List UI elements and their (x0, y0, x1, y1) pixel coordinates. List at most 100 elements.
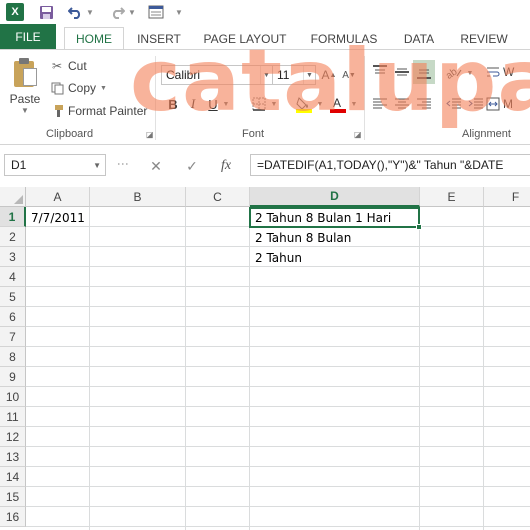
cancel-icon[interactable]: ✕ (146, 157, 166, 175)
orientation-dropdown-icon[interactable]: ▼ (466, 66, 474, 80)
row-header-11[interactable]: 11 (0, 407, 26, 427)
customize-qat-icon[interactable]: ▼ (174, 2, 184, 22)
italic-icon[interactable]: I (186, 95, 200, 113)
excel-logo-icon: X (6, 3, 24, 21)
font-group-label: Font (242, 128, 265, 140)
column-header-c[interactable]: C (186, 187, 250, 207)
ribbon-tabs: FILE HOME INSERT PAGE LAYOUT FORMULAS DA… (0, 24, 530, 50)
middle-align-icon[interactable] (392, 62, 412, 82)
row-gridline (26, 526, 530, 527)
row-header-8[interactable]: 8 (0, 347, 26, 367)
underline-dropdown-icon[interactable]: ▼ (222, 97, 230, 111)
increase-indent-icon[interactable] (466, 94, 486, 114)
name-box-dropdown-icon[interactable]: ▼ (93, 161, 101, 170)
top-align-icon[interactable] (370, 62, 390, 82)
undo-dropdown-icon[interactable]: ▼ (86, 2, 94, 22)
undo-icon[interactable] (66, 2, 84, 22)
row-header-6[interactable]: 6 (0, 307, 26, 327)
font-name-dropdown-icon[interactable]: ▼ (260, 66, 272, 84)
font-color-icon[interactable]: A (328, 94, 348, 114)
paste-button[interactable]: Paste ▼ (6, 56, 44, 120)
cell-d3[interactable]: 2 Tahun (251, 248, 419, 268)
borders-icon[interactable] (250, 95, 268, 113)
row-header-14[interactable]: 14 (0, 467, 26, 487)
bold-icon[interactable]: B (166, 95, 180, 113)
tab-file[interactable]: FILE (0, 24, 56, 50)
enter-icon[interactable]: ✓ (182, 157, 202, 175)
clipboard-dialog-launcher-icon[interactable]: ◪ (146, 130, 154, 139)
fill-color-dropdown-icon[interactable]: ▼ (316, 97, 324, 111)
tab-review[interactable]: REVIEW (456, 28, 512, 50)
tab-formulas[interactable]: FORMULAS (306, 28, 382, 50)
row-header-16[interactable]: 16 (0, 507, 26, 527)
font-size-select[interactable]: 11 ▼ (272, 65, 316, 85)
row-header-15[interactable]: 15 (0, 487, 26, 507)
scissors-icon: ✂ (51, 59, 63, 73)
wrap-text-button[interactable]: W (486, 62, 530, 82)
row-header-4[interactable]: 4 (0, 267, 26, 287)
row-header-5[interactable]: 5 (0, 287, 26, 307)
formula-text: =DATEDIF(A1,TODAY(),"Y")&" Tahun "&DATE (257, 158, 504, 172)
row-header-9[interactable]: 9 (0, 367, 26, 387)
paste-dropdown-icon[interactable]: ▼ (21, 106, 29, 115)
column-header-d[interactable]: D (250, 187, 420, 207)
column-header-e[interactable]: E (420, 187, 484, 207)
row-gridline (26, 446, 530, 447)
formula-bar-resize-handle[interactable]: ⋮ (116, 158, 130, 169)
row-header-3[interactable]: 3 (0, 247, 26, 267)
font-name-value: Calibri (166, 68, 201, 82)
row-header-10[interactable]: 10 (0, 387, 26, 407)
font-name-select[interactable]: Calibri ▼ (161, 65, 273, 85)
row-gridline (26, 326, 530, 327)
redo-icon[interactable] (108, 2, 126, 22)
cell-a1[interactable]: 7/7/2011 (27, 208, 89, 228)
row-header-2[interactable]: 2 (0, 227, 26, 247)
fill-color-icon[interactable] (294, 94, 314, 114)
bottom-align-icon[interactable] (413, 60, 435, 84)
column-gridline (89, 207, 90, 530)
decrease-font-size-icon[interactable]: A ▼ (340, 66, 358, 84)
copy-dropdown-icon[interactable]: ▼ (100, 85, 107, 92)
borders-dropdown-icon[interactable]: ▼ (270, 97, 278, 111)
row-header-1[interactable]: 1 (0, 207, 26, 227)
column-header-f[interactable]: F (484, 187, 530, 207)
fill-handle[interactable] (416, 224, 422, 230)
row-header-12[interactable]: 12 (0, 427, 26, 447)
select-all-button[interactable] (0, 187, 26, 207)
svg-text:ab: ab (445, 66, 460, 80)
copy-button[interactable]: Copy ▼ (50, 78, 107, 98)
row-header-7[interactable]: 7 (0, 327, 26, 347)
decrease-indent-icon[interactable] (444, 94, 464, 114)
merge-center-button[interactable]: M (486, 94, 530, 114)
font-color-dropdown-icon[interactable]: ▼ (350, 97, 358, 111)
tab-data[interactable]: DATA (396, 28, 442, 50)
column-header-b[interactable]: B (90, 187, 186, 207)
align-right-icon[interactable] (414, 94, 434, 114)
formula-input[interactable]: =DATEDIF(A1,TODAY(),"Y")&" Tahun "&DATE (250, 154, 530, 176)
orientation-icon[interactable]: ab (444, 62, 464, 82)
form-icon[interactable] (146, 2, 166, 22)
tab-page-layout[interactable]: PAGE LAYOUT (200, 28, 290, 50)
tab-insert[interactable]: INSERT (132, 28, 186, 50)
underline-icon[interactable]: U (206, 95, 220, 113)
row-header-13[interactable]: 13 (0, 447, 26, 467)
align-center-icon[interactable] (392, 94, 412, 114)
group-separator (364, 56, 365, 140)
insert-function-icon[interactable]: fx (216, 157, 236, 175)
name-box[interactable]: D1 ▼ (4, 154, 106, 176)
tab-home[interactable]: HOME (64, 27, 124, 50)
cut-button[interactable]: ✂ Cut (50, 56, 87, 76)
wrap-text-label: W (503, 65, 515, 79)
merge-center-label: M (503, 97, 513, 111)
font-size-dropdown-icon[interactable]: ▼ (303, 66, 315, 84)
paste-icon (12, 58, 38, 88)
align-left-icon[interactable] (370, 94, 390, 114)
increase-font-size-icon[interactable]: A ▲ (320, 66, 338, 84)
font-dialog-launcher-icon[interactable]: ◪ (354, 130, 362, 139)
row-gridline (26, 386, 530, 387)
cell-d2[interactable]: 2 Tahun 8 Bulan (251, 228, 419, 248)
column-header-a[interactable]: A (26, 187, 90, 207)
format-painter-button[interactable]: Format Painter (50, 101, 147, 121)
redo-dropdown-icon[interactable]: ▼ (128, 2, 136, 22)
save-icon[interactable] (36, 2, 56, 22)
